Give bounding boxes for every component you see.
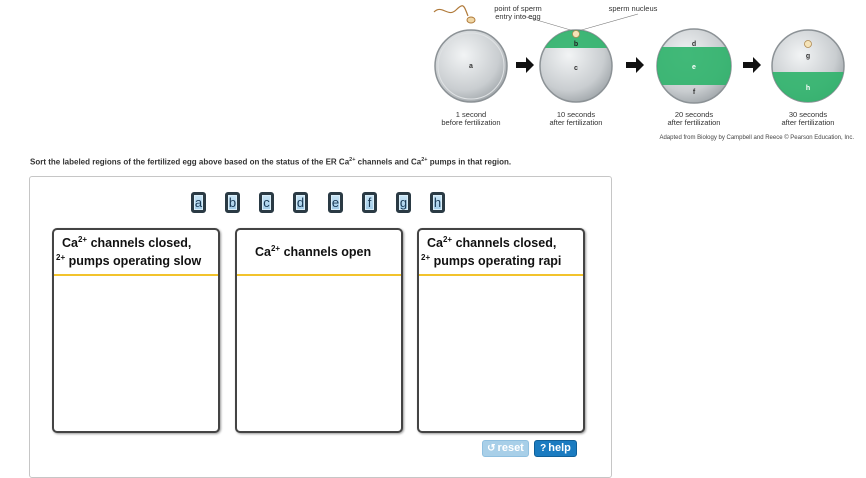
tile-a[interactable]: a bbox=[191, 192, 206, 213]
region-letter-g: g bbox=[806, 53, 810, 60]
tile-h[interactable]: h bbox=[430, 192, 445, 213]
caption-1: 1 second before fertilization bbox=[441, 110, 501, 127]
region-letter-c: c bbox=[574, 65, 578, 72]
caption-3: 20 seconds after fertilization bbox=[667, 110, 721, 127]
sorting-panel: a b c d e f g h Ca2+ channels closed, 2+… bbox=[29, 176, 612, 478]
instruction-text: Sort the labeled regions of the fertiliz… bbox=[30, 157, 512, 167]
region-letter-e: e bbox=[692, 64, 696, 71]
bin-header: Ca2+ channels closed, 2+ pumps operating… bbox=[419, 230, 583, 276]
caption-2: 10 seconds after fertilization bbox=[549, 110, 603, 127]
tile-d[interactable]: d bbox=[293, 192, 308, 213]
tile-f[interactable]: f bbox=[362, 192, 377, 213]
tile-e[interactable]: e bbox=[328, 192, 343, 213]
sperm-nucleus-label: sperm nucleus bbox=[608, 4, 658, 13]
bin-channels-open[interactable]: Ca2+ channels open bbox=[235, 228, 403, 433]
bin-header: Ca2+ channels open bbox=[237, 230, 401, 276]
sperm bbox=[433, 5, 469, 17]
tile-c[interactable]: c bbox=[259, 192, 274, 213]
bin-channels-closed-pumps-rapid[interactable]: Ca2+ channels closed, 2+ pumps operating… bbox=[417, 228, 585, 433]
region-letter-h: h bbox=[806, 85, 810, 92]
tile-g[interactable]: g bbox=[396, 192, 411, 213]
region-letter-d: d bbox=[692, 41, 696, 48]
reset-icon: ↺ bbox=[487, 443, 496, 454]
caption-4: 30 seconds after fertilization bbox=[781, 110, 835, 127]
region-letter-b: b bbox=[574, 41, 578, 48]
figure-credit: Adapted from Biology by Campbell and Ree… bbox=[659, 135, 854, 141]
sperm-entry-label: point of sperm entry into egg bbox=[494, 4, 542, 21]
region-letter-a: a bbox=[469, 63, 473, 70]
bin-channels-closed-pumps-slow[interactable]: Ca2+ channels closed, 2+ pumps operating… bbox=[52, 228, 220, 433]
question-icon: ? bbox=[540, 443, 547, 454]
help-button[interactable]: ? help bbox=[534, 440, 577, 457]
reset-button[interactable]: ↺ reset bbox=[482, 440, 529, 457]
arrow-right-icon bbox=[626, 57, 644, 73]
tile-b[interactable]: b bbox=[225, 192, 240, 213]
arrow-right-icon bbox=[743, 57, 761, 73]
fertilization-figure: a b c d e f g h point of sperm entry int… bbox=[428, 0, 866, 148]
arrow-right-icon bbox=[516, 57, 534, 73]
bin-header: Ca2+ channels closed, 2+ pumps operating… bbox=[54, 230, 218, 276]
